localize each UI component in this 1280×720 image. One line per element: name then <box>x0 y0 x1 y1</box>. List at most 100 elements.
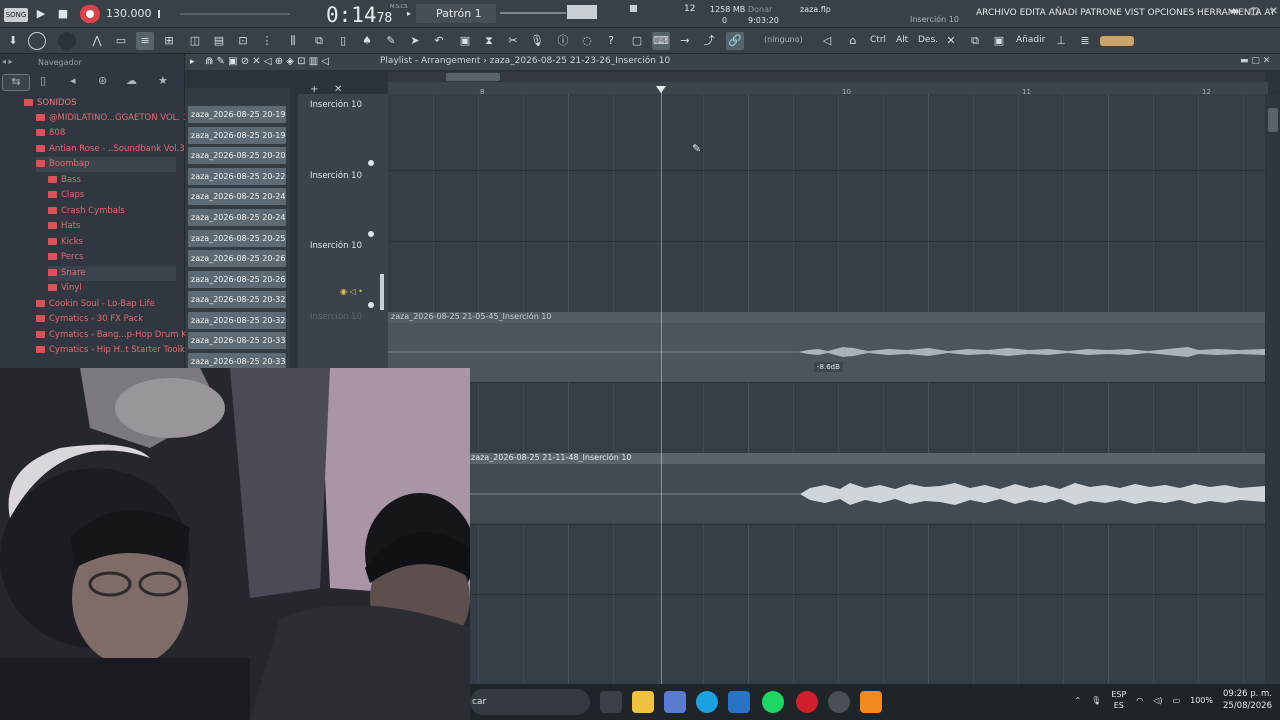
typing-keyboard-icon[interactable]: ⌨ <box>652 32 670 50</box>
tree-item[interactable]: Percs <box>48 250 83 265</box>
opera-icon[interactable] <box>796 691 818 713</box>
overview-scrollbar[interactable] <box>388 72 1265 82</box>
target-none-label[interactable]: (ninguno) <box>764 35 803 44</box>
song-mode-toggle[interactable]: SONG <box>4 8 28 22</box>
tool-19-icon[interactable]: ≣ <box>1076 32 1094 50</box>
tree-item[interactable]: @MIDILATINO...GGAETON VOL. 1 <box>36 111 188 126</box>
language-indicator[interactable]: ESP ES <box>1111 689 1126 711</box>
knob-icon[interactable] <box>28 32 46 50</box>
task-view-icon[interactable] <box>600 691 622 713</box>
pattern-selector[interactable]: Patrón 1 <box>416 4 496 23</box>
tool-3-icon[interactable]: ≡ <box>136 32 154 50</box>
taskbar-search[interactable]: car <box>470 689 590 715</box>
tool-16-icon[interactable]: ⤴ <box>700 32 718 50</box>
tool-17-icon[interactable]: ⌂ <box>844 32 862 50</box>
audio-clip[interactable]: zaza_2026-08-25 21-11-48_Inserción 10 <box>470 453 1265 523</box>
browser-favorites-icon[interactable]: ★ <box>158 74 168 87</box>
record-button[interactable] <box>80 5 100 23</box>
app-icon[interactable] <box>664 691 686 713</box>
playlist-grid[interactable] <box>388 94 1265 684</box>
track-mute-icon[interactable]: ◉ ◁ • <box>340 287 363 296</box>
playlist-tools-icon[interactable]: ⋒ ✎ ▣ ⊘ ✕ ◁ ⊕ ◈ ⊡ ▥ ◁ <box>205 56 329 67</box>
track-led-icon[interactable] <box>368 231 374 237</box>
tool-12-icon[interactable]: ➤ <box>406 32 424 50</box>
mixer-icon[interactable]: ⫼ <box>284 32 302 50</box>
copy-icon[interactable]: ⧉ <box>966 32 984 50</box>
picker-clip[interactable]: zaza_2026-08-25 20-22... <box>188 168 286 185</box>
picker-clip[interactable]: zaza_2026-08-25 20-32... <box>188 312 286 329</box>
close-icon[interactable]: ✕ <box>1270 6 1278 17</box>
picker-clip[interactable]: zaza_2026-08-25 20-20... <box>188 147 286 164</box>
tree-item[interactable]: Cymatics - 30 FX Pack <box>36 312 143 327</box>
tool-15-icon[interactable]: ▢ <box>628 32 646 50</box>
tool-8-icon[interactable]: ⋮ <box>258 32 276 50</box>
maximize-icon[interactable]: ▢ <box>1250 6 1259 17</box>
browser-arrows-icon[interactable]: ◂ ▸ <box>2 57 13 66</box>
track-name[interactable]: Inserción 10 <box>310 312 362 322</box>
picker-clip[interactable]: zaza_2026-08-25 20-26... <box>188 271 286 288</box>
tree-item[interactable]: Crash Cymbals <box>48 204 125 219</box>
tool-4-icon[interactable]: ⊞ <box>160 32 178 50</box>
tree-item[interactable]: Snare <box>48 266 176 281</box>
spotify-icon[interactable] <box>762 691 784 713</box>
tool-13-icon[interactable]: ⧗ <box>480 32 498 50</box>
ctrl-label[interactable]: Ctrl <box>870 35 886 45</box>
undo-icon[interactable]: ↶ <box>430 32 448 50</box>
tree-item[interactable]: Cookin Soul - Lo-Bap Life <box>36 297 155 312</box>
browser-speaker-icon[interactable]: ◂ <box>70 74 76 87</box>
clock[interactable]: 09:26 p. m. 25/08/2026 <box>1223 688 1272 712</box>
browser-cloud-icon[interactable]: ☁ <box>126 74 137 87</box>
mic-icon[interactable]: 🎙 <box>1091 696 1101 705</box>
paste-icon[interactable]: ▣ <box>990 32 1008 50</box>
track-led-icon[interactable] <box>368 160 374 166</box>
fl-studio-icon[interactable] <box>860 691 882 713</box>
info-icon[interactable]: ⓘ <box>554 32 572 50</box>
tree-item[interactable]: Boombap <box>36 157 176 172</box>
browser-all-tab[interactable]: ⇆ <box>2 74 30 91</box>
track-name[interactable]: Inserción 10 <box>310 241 362 251</box>
arrow-right-icon[interactable]: → <box>676 32 694 50</box>
playlist-scrollbar[interactable] <box>1266 94 1280 684</box>
tool-6-icon[interactable]: ▤ <box>210 32 228 50</box>
playlist-menu-icon[interactable]: ▸ <box>190 57 195 67</box>
app-icon[interactable] <box>828 691 850 713</box>
tree-item[interactable]: 808 <box>36 126 65 141</box>
store-icon[interactable] <box>728 691 750 713</box>
tree-item[interactable]: Cymatics - Hip H..t Starter Toolkit <box>36 343 191 358</box>
tree-item[interactable]: Kicks <box>48 235 83 250</box>
track-scroll-handle[interactable] <box>380 274 384 310</box>
tree-item[interactable]: Bass <box>48 173 81 188</box>
help-icon[interactable]: ? <box>602 32 620 50</box>
tree-item[interactable]: Vinyl <box>48 281 82 296</box>
metronome-icon[interactable] <box>158 10 172 18</box>
stop-icon[interactable]: ■ <box>54 5 72 23</box>
tree-item[interactable]: Cymatics - Bang...p-Hop Drum Kit <box>36 328 192 343</box>
track-led-icon[interactable] <box>368 302 374 308</box>
tree-item[interactable]: SONIDOS <box>24 96 77 111</box>
tool-9-icon[interactable]: ⧉ <box>310 32 328 50</box>
play-icon[interactable]: ▶ <box>32 5 50 23</box>
playlist-window-controls-icon[interactable]: ▬ ▢ ✕ <box>1240 56 1270 66</box>
chat-icon[interactable]: ◌ <box>578 32 596 50</box>
tree-item[interactable]: Hats <box>48 219 80 234</box>
link-icon[interactable]: 🔗 <box>726 32 744 50</box>
picker-clip[interactable]: zaza_2026-08-25 20-24... <box>188 188 286 205</box>
tool-18-icon[interactable]: ⊥ <box>1052 32 1070 50</box>
alt-label[interactable]: Alt <box>896 35 908 45</box>
picker-clip[interactable]: zaza_2026-08-25 20-19... <box>188 106 286 123</box>
speaker-icon[interactable]: ◁ <box>818 32 836 50</box>
download-icon[interactable]: ⬇ <box>4 32 22 50</box>
plugin-icon[interactable]: ♠ <box>358 32 376 50</box>
save-icon[interactable]: ▣ <box>456 32 474 50</box>
picker-clip[interactable]: zaza_2026-08-25 20-19... <box>188 127 286 144</box>
playhead-marker-icon[interactable] <box>656 86 666 93</box>
track-name[interactable]: Inserción 10 <box>310 100 362 110</box>
edge-icon[interactable] <box>696 691 718 713</box>
toolbar-slider[interactable] <box>1100 36 1134 46</box>
file-explorer-icon[interactable] <box>632 691 654 713</box>
minimize-icon[interactable]: ▬ <box>1230 6 1239 17</box>
browser-files-icon[interactable]: ▯ <box>40 74 46 87</box>
mic-icon[interactable]: 🎙 <box>528 32 546 50</box>
picker-clip[interactable]: zaza_2026-08-25 20-32... <box>188 291 286 308</box>
picker-clip[interactable]: zaza_2026-08-25 20-24... <box>188 209 286 226</box>
